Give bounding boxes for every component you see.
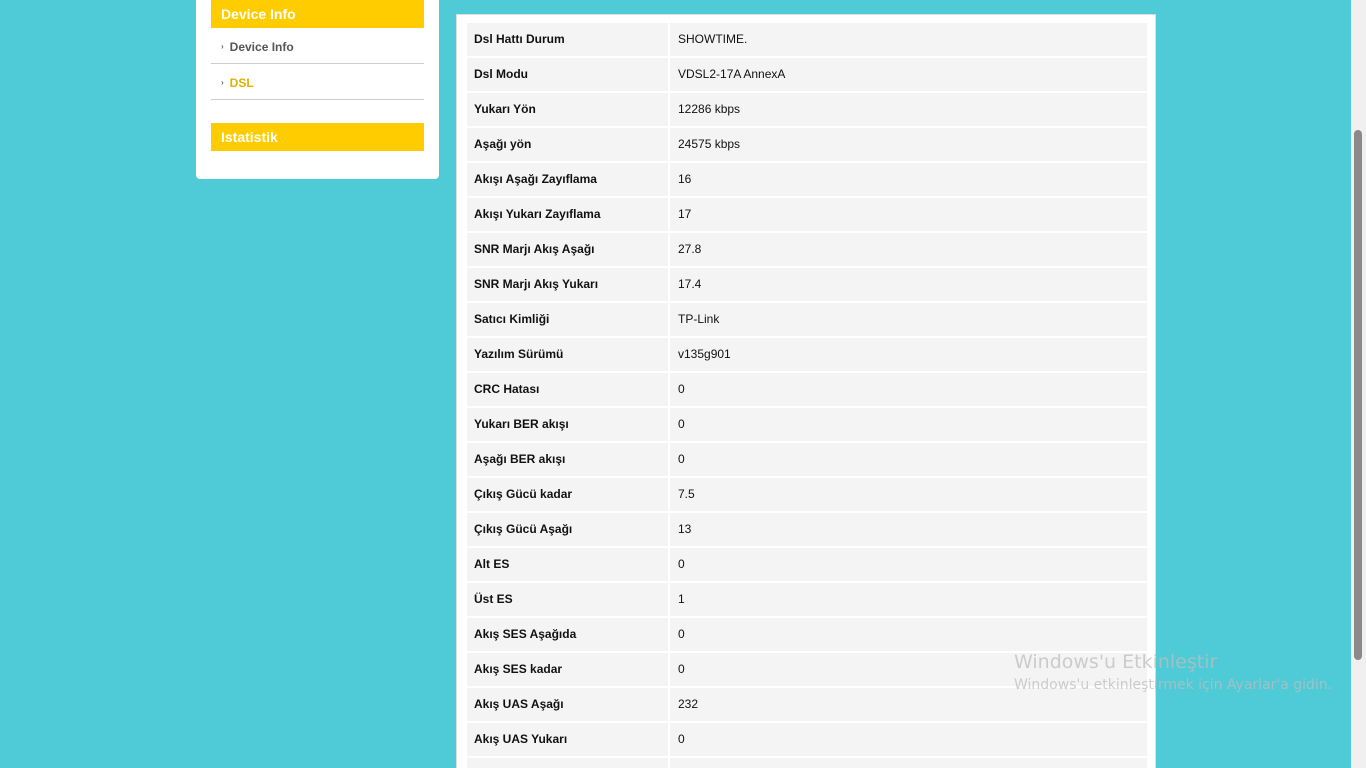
- table-row: SNR Marjı Akış Aşağı 27.8: [467, 233, 1147, 266]
- sidebar-item-device-info[interactable]: › Device Info: [211, 28, 424, 64]
- row-label: Akışı Aşağı Zayıflama: [467, 163, 668, 196]
- table-row: CRC Hatası 0: [467, 373, 1147, 406]
- table-row: Dsl Hattı Durum SHOWTIME.: [467, 23, 1147, 56]
- row-value: 0: [670, 373, 1147, 406]
- chevron-right-icon: ›: [221, 77, 224, 87]
- row-label: Üst ES: [467, 583, 668, 616]
- row-value: 12286 kbps: [670, 93, 1147, 126]
- row-value: 13: [670, 513, 1147, 546]
- row-label: Dsl Hattı Durum: [467, 23, 668, 56]
- row-label: Çıkış Gücü kadar: [467, 478, 668, 511]
- row-label: SNR Marjı Akış Yukarı: [467, 268, 668, 301]
- table-row: Akış UAS Aşağı 232: [467, 688, 1147, 721]
- row-value: 1: [670, 583, 1147, 616]
- table-row: Alt ES 0: [467, 548, 1147, 581]
- row-value: 16: [670, 163, 1147, 196]
- table-row: Dsl Modu VDSL2-17A AnnexA: [467, 58, 1147, 91]
- row-value: v135g901: [670, 338, 1147, 371]
- row-label: Alt ES: [467, 548, 668, 581]
- row-value: 0: [670, 723, 1147, 756]
- row-label: Akış UAS Aşağı: [467, 688, 668, 721]
- table-row: SNR Marjı Akış Yukarı 17.4: [467, 268, 1147, 301]
- device-info-section-header[interactable]: Device Info: [211, 0, 424, 28]
- table-row: Akışı Yukarı Zayıflama 17: [467, 198, 1147, 231]
- row-label: Yazılım Sürümü: [467, 338, 668, 371]
- table-row: Akış SES kadar 0: [467, 653, 1147, 686]
- row-value: 0: [670, 443, 1147, 476]
- row-value: VDSL2-17A AnnexA: [670, 58, 1147, 91]
- table-row: Yukarı Yön 12286 kbps: [467, 93, 1147, 126]
- table-row: Aşağı yön 24575 kbps: [467, 128, 1147, 161]
- row-label: Dsl Modu: [467, 58, 668, 91]
- page-scrollbar[interactable]: [1351, 0, 1366, 768]
- sidebar-item-dsl[interactable]: › DSL: [211, 64, 424, 100]
- row-label: Çıkış Gücü Aşağı: [467, 513, 668, 546]
- row-value: 0: [670, 548, 1147, 581]
- sidebar-item-label: DSL: [229, 75, 254, 90]
- table-row: Üst ES 1: [467, 583, 1147, 616]
- row-label: Aşağı BER akışı: [467, 443, 668, 476]
- row-label: CRC Hatası: [467, 373, 668, 406]
- row-label: Akış SES Aşağıda: [467, 618, 668, 651]
- table-row: Çıkış Gücü kadar 7.5: [467, 478, 1147, 511]
- row-value: 0: [670, 408, 1147, 441]
- page: Device Info › Device Info › DSL Istatistik…: [0, 0, 1366, 768]
- table-row: Akış SES Aşağıda 0: [467, 618, 1147, 651]
- table-row: [467, 758, 1147, 768]
- row-label: Akışı Yukarı Zayıflama: [467, 198, 668, 231]
- row-label: Yukarı Yön: [467, 93, 668, 126]
- dsl-info-table: Dsl Hattı Durum SHOWTIME. Dsl Modu VDSL2-17…: [467, 23, 1147, 768]
- dsl-info-panel: Dsl Hattı Durum SHOWTIME. Dsl Modu VDSL2-17…: [456, 14, 1156, 768]
- table-row: Aşağı BER akışı 0: [467, 443, 1147, 476]
- scrollbar-thumb[interactable]: [1354, 130, 1362, 660]
- chevron-right-icon: ›: [221, 41, 224, 51]
- table-row: Yukarı BER akışı 0: [467, 408, 1147, 441]
- table-row: Çıkış Gücü Aşağı 13: [467, 513, 1147, 546]
- row-value: 27.8: [670, 233, 1147, 266]
- statistics-section-header[interactable]: Istatistik: [211, 123, 424, 151]
- row-value: 7.5: [670, 478, 1147, 511]
- table-row: Yazılım Sürümü v135g901: [467, 338, 1147, 371]
- row-label: SNR Marjı Akış Aşağı: [467, 233, 668, 266]
- row-value: 17: [670, 198, 1147, 231]
- row-value: 0: [670, 653, 1147, 686]
- table-row: Akışı Aşağı Zayıflama 16: [467, 163, 1147, 196]
- row-value: 0: [670, 618, 1147, 651]
- row-value: SHOWTIME.: [670, 23, 1147, 56]
- row-label: Aşağı yön: [467, 128, 668, 161]
- row-label: Akış UAS Yukarı: [467, 723, 668, 756]
- row-label: Satıcı Kimliği: [467, 303, 668, 336]
- row-label: Yukarı BER akışı: [467, 408, 668, 441]
- table-row: Satıcı Kimliği TP-Link: [467, 303, 1147, 336]
- row-value: 17.4: [670, 268, 1147, 301]
- sidebar: Device Info › Device Info › DSL Istatistik: [196, 0, 439, 179]
- row-value: TP-Link: [670, 303, 1147, 336]
- sidebar-item-label: Device Info: [229, 39, 294, 54]
- table-row: Akış UAS Yukarı 0: [467, 723, 1147, 756]
- row-value: 232: [670, 688, 1147, 721]
- row-label: Akış SES kadar: [467, 653, 668, 686]
- row-value: 24575 kbps: [670, 128, 1147, 161]
- row-label: [467, 758, 668, 768]
- row-value: [670, 758, 1147, 768]
